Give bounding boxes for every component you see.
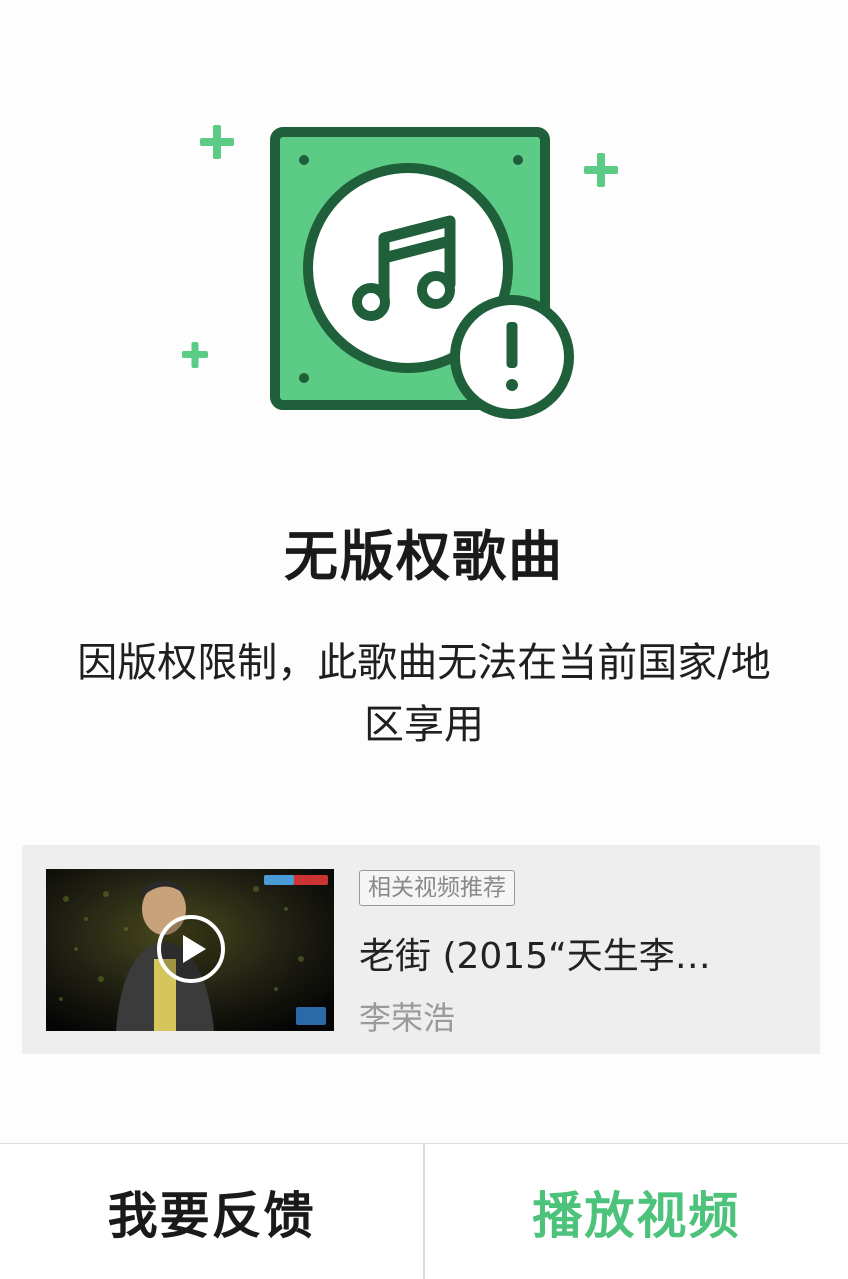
related-video-card[interactable]: 相关视频推荐 老街 (2015“天生李… 李荣浩 [22, 845, 820, 1054]
music-copyright-warning-icon [182, 125, 618, 419]
page-title: 无版权歌曲 [284, 525, 564, 588]
related-video-tag: 相关视频推荐 [359, 870, 515, 906]
video-thumbnail[interactable] [46, 869, 334, 1031]
feedback-button[interactable]: 我要反馈 [0, 1144, 423, 1279]
play-video-button[interactable]: 播放视频 [425, 1144, 848, 1279]
video-artist: 李荣浩 [359, 999, 456, 1037]
video-title[interactable]: 老街 (2015“天生李… [359, 927, 799, 979]
no-copyright-page: 无版权歌曲 因版权限制，此歌曲无法在当前国家/地区享用 相关视频推荐 老街 (2… [0, 0, 848, 1279]
action-bar: 我要反馈 播放视频 [0, 1143, 848, 1279]
copyright-message: 因版权限制，此歌曲无法在当前国家/地区享用 [77, 640, 771, 748]
